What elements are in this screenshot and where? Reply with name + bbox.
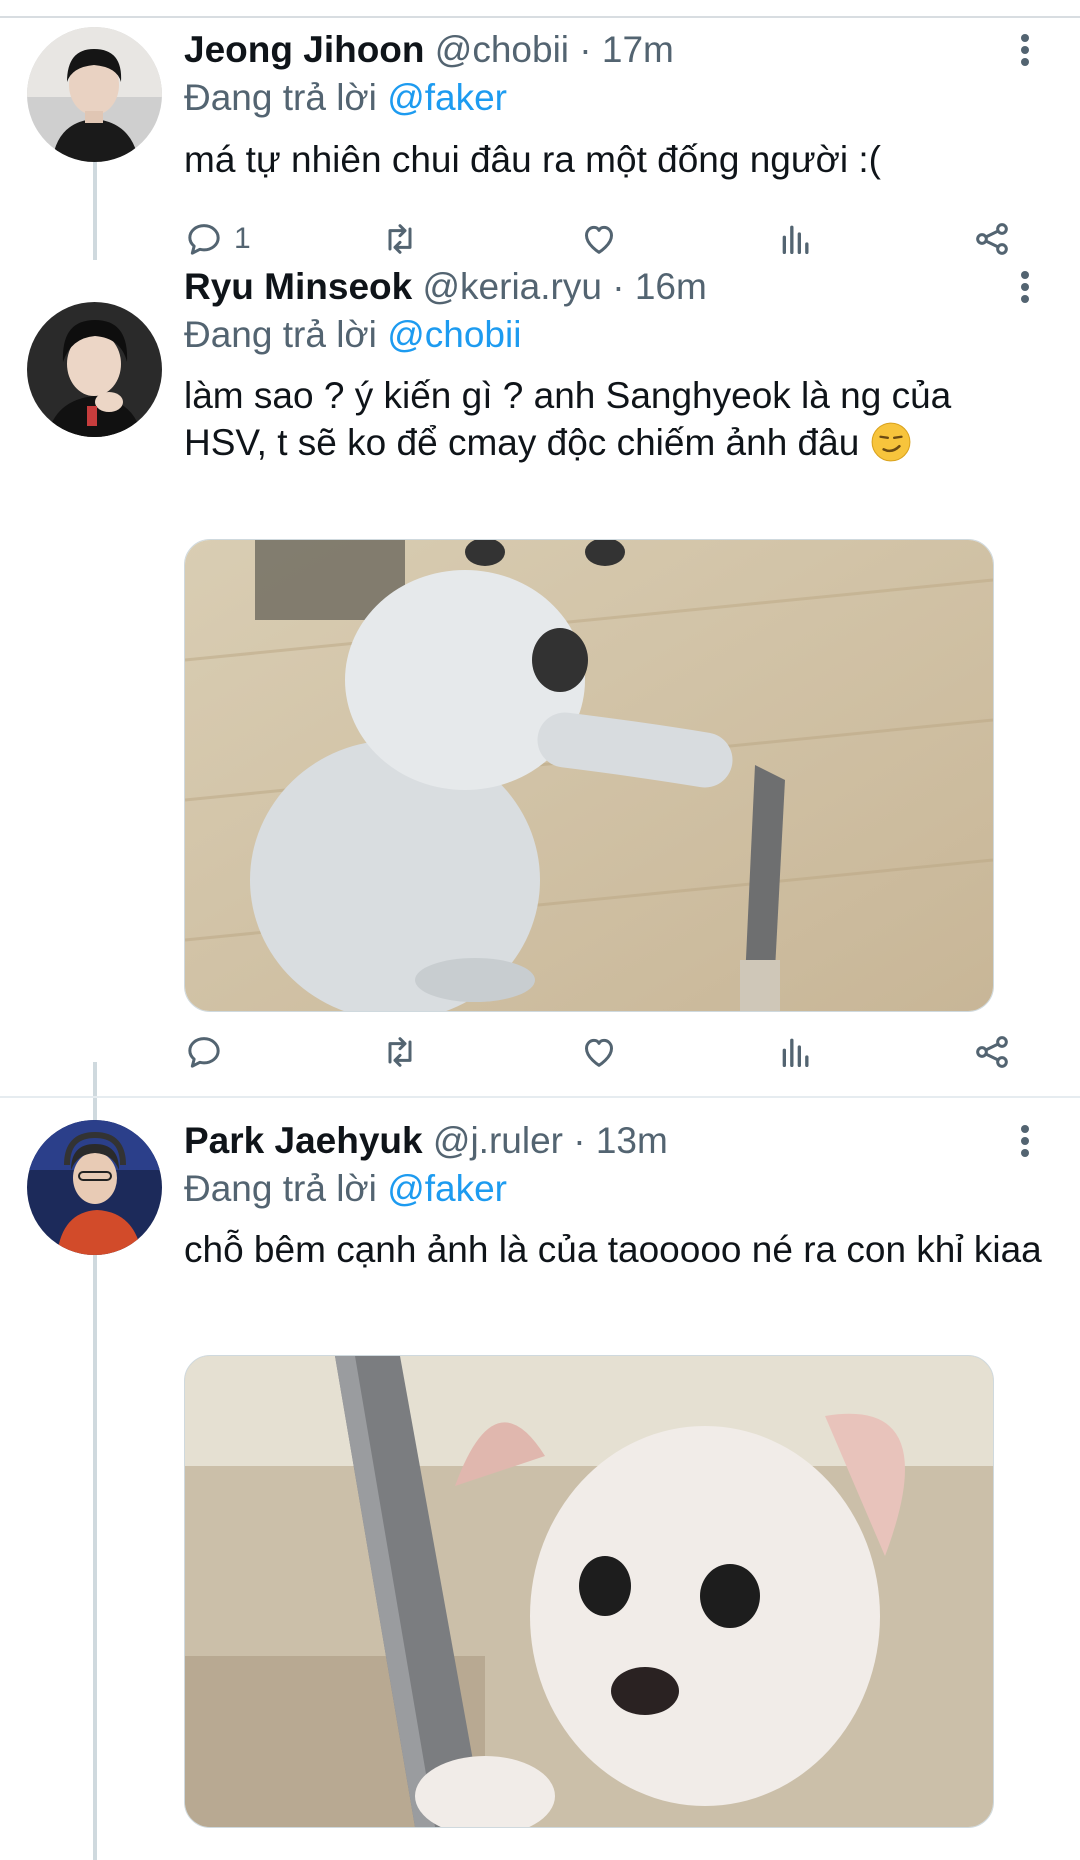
avatar[interactable] — [27, 302, 162, 437]
avatar[interactable] — [27, 1120, 162, 1255]
timestamp[interactable]: 17m — [602, 29, 674, 70]
timestamp[interactable]: 13m — [596, 1120, 668, 1161]
retweet-button[interactable] — [380, 1027, 420, 1077]
tweet-header: Park Jaehyuk @j.ruler · 13m — [184, 1116, 668, 1166]
display-name[interactable]: Jeong Jihoon — [184, 29, 425, 70]
retweet-icon — [388, 1037, 412, 1067]
user-handle[interactable]: @keria.ryu — [423, 266, 602, 307]
more-vertical-icon[interactable] — [1010, 25, 1040, 75]
user-handle[interactable]: @j.ruler — [433, 1120, 563, 1161]
tweet-header: Jeong Jihoon @chobii · 17m — [184, 25, 674, 75]
replying-to: Đang trả lời @chobii — [184, 310, 521, 360]
analytics-button[interactable] — [776, 214, 816, 264]
display-name[interactable]: Ryu Minseok — [184, 266, 412, 307]
separator-dot: · — [612, 266, 625, 307]
separator-dot: · — [579, 29, 592, 70]
dog-with-knife-image — [185, 540, 993, 1011]
reply-count: 1 — [234, 222, 251, 255]
tweet-text: chỗ bêm cạnh ảnh là của taooooo né ra co… — [184, 1229, 1042, 1270]
separator-dot: · — [573, 1120, 586, 1161]
replying-label: Đang trả lời — [184, 1168, 377, 1209]
share-button[interactable] — [972, 1027, 1012, 1077]
replying-to: Đang trả lời @faker — [184, 1164, 507, 1214]
mention-link[interactable]: @faker — [387, 1168, 507, 1209]
analytics-icon — [782, 225, 809, 254]
like-button[interactable] — [579, 1027, 619, 1077]
share-icon — [976, 223, 1008, 255]
more-vertical-icon[interactable] — [1010, 262, 1040, 312]
more-vertical-icon[interactable] — [1010, 1116, 1040, 1166]
tweet-image[interactable] — [184, 1355, 994, 1828]
reply-button[interactable] — [184, 1027, 224, 1077]
puppy-with-knife-image — [185, 1356, 993, 1827]
tweet-ruler[interactable]: Park Jaehyuk @j.ruler · 13m Đang trả lời… — [0, 1098, 1080, 1860]
mention-link[interactable]: @faker — [387, 77, 507, 118]
heart-icon — [585, 1038, 613, 1067]
tweet-text-segment: HSV, t sẽ ko để cmay độc chiếm ảnh đâu — [184, 422, 860, 463]
display-name[interactable]: Park Jaehyuk — [184, 1120, 423, 1161]
tweet-image[interactable] — [184, 539, 994, 1012]
mention-link[interactable]: @chobii — [387, 314, 521, 355]
retweet-button[interactable] — [380, 214, 420, 264]
reply-icon — [188, 1037, 220, 1068]
analytics-button[interactable] — [776, 1027, 816, 1077]
replying-to: Đang trả lời @faker — [184, 73, 507, 123]
replying-label: Đang trả lời — [184, 77, 377, 118]
tweet-chobii[interactable]: Jeong Jihoon @chobii · 17m Đang trả lời … — [0, 0, 1080, 262]
heart-icon — [585, 225, 613, 254]
smirking-face-icon — [871, 422, 911, 462]
tweet-text: má tự nhiên chui đâu ra một đống người :… — [184, 139, 882, 180]
user-handle[interactable]: @chobii — [435, 29, 569, 70]
retweet-icon — [388, 224, 412, 254]
reply-button[interactable]: 1 — [184, 214, 251, 264]
tweet-keria[interactable]: Ryu Minseok @keria.ryu · 16m Đang trả lờ… — [0, 262, 1080, 1097]
tweet-header: Ryu Minseok @keria.ryu · 16m — [184, 262, 707, 312]
action-bar: 1 — [184, 214, 1024, 264]
analytics-icon — [782, 1038, 809, 1067]
reply-icon — [188, 224, 220, 255]
share-icon — [976, 1036, 1008, 1068]
tweet-text: làm sao ? ý kiến gì ? anh Sanghyeok là n… — [184, 372, 1044, 466]
share-button[interactable] — [972, 214, 1012, 264]
tweet-text-line: làm sao ? ý kiến gì ? anh Sanghyeok là n… — [184, 375, 952, 416]
timestamp[interactable]: 16m — [635, 266, 707, 307]
avatar[interactable] — [27, 27, 162, 162]
tweet-text-line: HSV, t sẽ ko để cmay độc chiếm ảnh đâu — [184, 419, 1044, 466]
like-button[interactable] — [579, 214, 619, 264]
replying-label: Đang trả lời — [184, 314, 377, 355]
action-bar — [184, 1027, 1024, 1077]
